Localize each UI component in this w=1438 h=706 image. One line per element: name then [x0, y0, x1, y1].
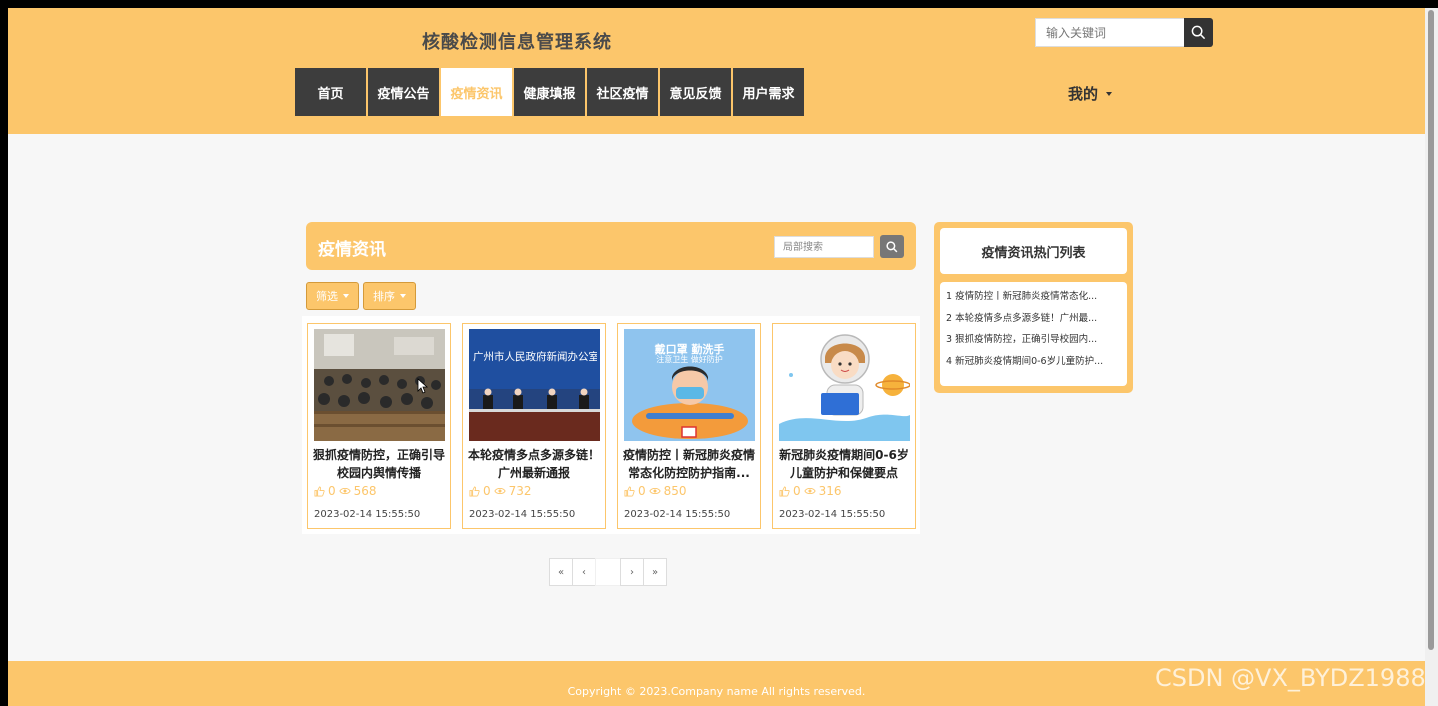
thumbs-up-icon	[779, 486, 790, 496]
news-card-title: 狠抓疫情防控，正确引导校园内舆情传播	[312, 448, 445, 480]
eye-icon	[649, 488, 661, 494]
thumbs-up-icon	[469, 486, 480, 496]
first-page-button[interactable]: «	[549, 558, 573, 586]
news-section-header: 疫情资讯	[306, 222, 916, 270]
hot-list-item[interactable]: 3 狠抓疫情防控，正确引导校园内...	[946, 329, 1123, 351]
news-card-stats: 0 850	[624, 484, 687, 498]
news-card[interactable]: 广州市人民政府新闻办公室 本轮疫情多点多源多链！广州最新通报 0 732 202…	[462, 323, 606, 529]
prev-page-button[interactable]: ‹	[572, 558, 596, 586]
chevron-down-icon	[343, 294, 349, 298]
thumbs-up-icon	[314, 486, 325, 496]
like-count: 0	[328, 484, 336, 498]
view-count: 732	[508, 484, 532, 498]
filter-dropdown[interactable]: 筛选	[306, 282, 359, 310]
hot-list-item[interactable]: 2 本轮疫情多点多源多链！广州最...	[946, 308, 1123, 330]
news-thumbnail-meeting-room	[314, 329, 445, 441]
hot-list-item[interactable]: 1 疫情防控丨新冠肺炎疫情常态化...	[946, 286, 1123, 308]
view-count: 568	[353, 484, 377, 498]
like-count: 0	[483, 484, 491, 498]
hot-list: 1 疫情防控丨新冠肺炎疫情常态化... 2 本轮疫情多点多源多链！广州最... …	[940, 282, 1127, 386]
chevron-down-icon	[1106, 91, 1113, 96]
sort-dropdown[interactable]: 排序	[363, 282, 416, 310]
local-search-button[interactable]	[880, 235, 904, 258]
last-page-button[interactable]: »	[643, 558, 667, 586]
nav-home[interactable]: 首页	[295, 68, 366, 116]
poster-subline: 注意卫生 做好防护	[656, 355, 723, 364]
pagination: « ‹ › »	[549, 558, 667, 586]
news-thumbnail-press-conference: 广州市人民政府新闻办公室	[469, 329, 600, 441]
page-number-slot[interactable]	[595, 558, 621, 586]
news-card-stats: 0 316	[779, 484, 842, 498]
sort-label: 排序	[373, 290, 395, 303]
news-card-date: 2023-02-14 15:55:50	[314, 509, 421, 520]
section-title: 疫情资讯	[318, 240, 386, 260]
scrollbar-thumb[interactable]	[1428, 10, 1434, 650]
news-thumbnail-astronaut-child	[779, 329, 910, 441]
nav-announcements[interactable]: 疫情公告	[368, 68, 439, 116]
chevron-down-icon	[400, 294, 406, 298]
news-card[interactable]: 新冠肺炎疫情期间0-6岁儿童防护和保健要点 0 316 2023-02-14 1…	[772, 323, 916, 529]
news-card-date: 2023-02-14 15:55:50	[779, 509, 886, 520]
nav-user-needs[interactable]: 用户需求	[733, 68, 804, 116]
nav-feedback[interactable]: 意见反馈	[660, 68, 731, 116]
like-count: 0	[638, 484, 646, 498]
next-page-button[interactable]: ›	[620, 558, 644, 586]
press-banner-text: 广州市人民政府新闻办公室	[473, 351, 597, 363]
news-card-date: 2023-02-14 15:55:50	[624, 509, 731, 520]
hot-list-title: 疫情资讯热门列表	[940, 228, 1127, 274]
news-card-grid: 狠抓疫情防控，正确引导校园内舆情传播 0 568 2023-02-14 15:5…	[302, 316, 920, 534]
news-card-date: 2023-02-14 15:55:50	[469, 509, 576, 520]
browser-viewport: 核酸检测信息管理系统 首页 疫情公告 疫情资讯 健康填报 社区疫情 意见反馈 用…	[8, 8, 1425, 706]
eye-icon	[494, 488, 506, 494]
watermark-text: CSDN @VX_BYDZ1988	[1155, 664, 1426, 692]
nav-community[interactable]: 社区疫情	[587, 68, 658, 116]
hot-list-panel: 疫情资讯热门列表 1 疫情防控丨新冠肺炎疫情常态化... 2 本轮疫情多点多源多…	[934, 222, 1133, 393]
search-icon	[886, 240, 898, 252]
nav-news[interactable]: 疫情资讯	[441, 68, 512, 116]
header-bar: 核酸检测信息管理系统 首页 疫情公告 疫情资讯 健康填报 社区疫情 意见反馈 用…	[8, 8, 1425, 134]
search-icon	[1191, 25, 1206, 40]
my-account-label: 我的	[1068, 85, 1099, 103]
news-card-stats: 0 732	[469, 484, 532, 498]
news-card-title: 新冠肺炎疫情期间0-6岁儿童防护和保健要点	[779, 448, 909, 480]
view-count: 850	[663, 484, 687, 498]
like-count: 0	[793, 484, 801, 498]
my-account-dropdown[interactable]: 我的	[1068, 83, 1113, 104]
search-button[interactable]	[1184, 18, 1213, 47]
main-nav: 首页 疫情公告 疫情资讯 健康填报 社区疫情 意见反馈 用户需求	[295, 68, 806, 116]
news-thumbnail-mask-poster: 戴口罩 勤洗手 注意卫生 做好防护	[624, 329, 755, 441]
hot-list-item[interactable]: 4 新冠肺炎疫情期间0-6岁儿童防护...	[946, 351, 1123, 373]
news-card-title: 疫情防控丨新冠肺炎疫情常态化防控防护指南...	[622, 448, 755, 480]
local-search-input[interactable]	[774, 236, 874, 258]
filter-label: 筛选	[316, 290, 338, 303]
news-card-stats: 0 568	[314, 484, 377, 498]
eye-icon	[339, 488, 351, 494]
site-title: 核酸检测信息管理系统	[422, 32, 612, 53]
nav-health-report[interactable]: 健康填报	[514, 68, 585, 116]
news-card[interactable]: 戴口罩 勤洗手 注意卫生 做好防护 疫情防控丨新冠肺炎疫情常态化防控防护指南..…	[617, 323, 761, 529]
eye-icon	[804, 488, 816, 494]
search-input[interactable]	[1035, 18, 1185, 47]
news-card[interactable]: 狠抓疫情防控，正确引导校园内舆情传播 0 568 2023-02-14 15:5…	[307, 323, 451, 529]
vertical-scrollbar[interactable]	[1425, 8, 1438, 706]
thumbs-up-icon	[624, 486, 635, 496]
news-card-title: 本轮疫情多点多源多链！广州最新通报	[467, 448, 600, 480]
view-count: 316	[818, 484, 842, 498]
